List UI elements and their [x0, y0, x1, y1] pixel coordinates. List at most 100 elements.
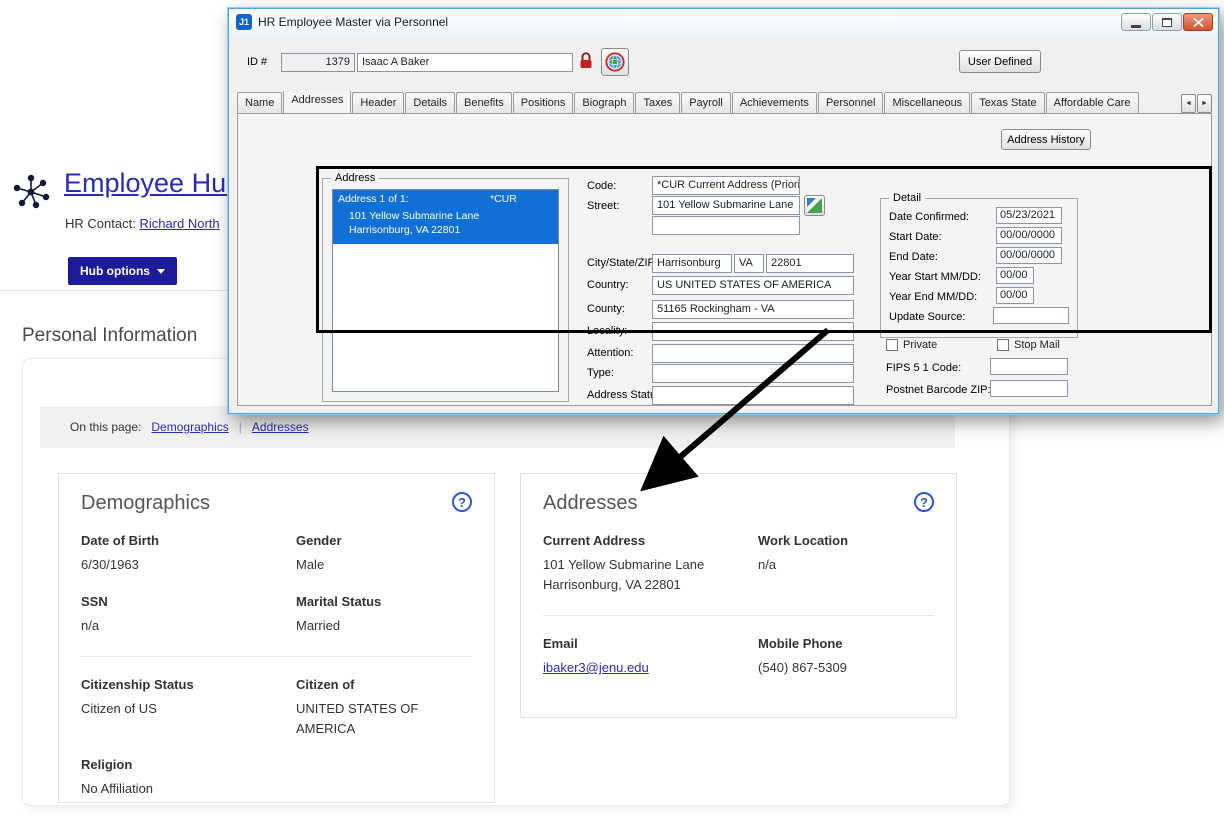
county-input[interactable]: 51165 Rockingham - VA [652, 300, 854, 319]
on-this-page-link-addresses[interactable]: Addresses [252, 420, 309, 434]
field-label: Date of Birth [81, 533, 296, 548]
tab-miscellaneous[interactable]: Miscellaneous [884, 92, 970, 113]
city-input[interactable]: Harrisonburg [652, 254, 732, 273]
tab-details[interactable]: Details [405, 92, 455, 113]
end-date-input[interactable]: 00/00/0000 [996, 247, 1062, 264]
field-religion: Religion No Affiliation [81, 757, 296, 799]
locality-input[interactable] [652, 322, 854, 341]
end-date-label: End Date: [889, 251, 938, 263]
on-this-page-label: On this page: [70, 420, 141, 434]
attention-input[interactable] [652, 344, 854, 363]
field-date-of-birth: Date of Birth 6/30/1963 [81, 533, 296, 575]
field-value: Harrisonburg, VA 22801 [543, 575, 758, 595]
close-button[interactable] [1183, 13, 1213, 31]
type-input[interactable] [652, 364, 854, 383]
field-work-location: Work Location n/a [758, 533, 934, 594]
minimize-button[interactable] [1121, 13, 1151, 31]
field-value: UNITED STATES OF AMERICA [296, 699, 472, 738]
addresses-card: Addresses ? Current Address 101 Yellow S… [520, 473, 957, 718]
tab-addresses[interactable]: Addresses [283, 91, 351, 113]
field-mobile-phone: Mobile Phone (540) 867-5309 [758, 636, 934, 678]
employee-name-field[interactable]: Isaac A Baker [357, 53, 573, 72]
address-history-button[interactable]: Address History [1001, 129, 1091, 150]
street-label: Street: [587, 200, 619, 212]
email-link[interactable]: ibaker3@jenu.edu [543, 658, 758, 678]
address-verify-button[interactable] [804, 195, 825, 216]
year-start-input[interactable]: 00/00 [996, 267, 1034, 284]
start-date-label: Start Date: [889, 231, 942, 243]
page-title: Personal Information [22, 325, 197, 347]
globe-button[interactable] [601, 48, 629, 76]
tab-header[interactable]: Header [352, 92, 404, 113]
zip-input[interactable]: 22801 [766, 254, 854, 273]
field-value: (540) 867-5309 [758, 658, 934, 678]
tab-texas-state[interactable]: Texas State [971, 92, 1044, 113]
tab-biograph[interactable]: Biograph [574, 92, 634, 113]
window-titlebar[interactable]: J1 HR Employee Master via Personnel [229, 9, 1218, 35]
fips-input[interactable] [990, 358, 1068, 375]
hub-options-button[interactable]: Hub options [68, 257, 177, 285]
city-state-zip-label: City/State/ZIP: [587, 257, 658, 269]
tab-affordable-care[interactable]: Affordable Care [1046, 92, 1139, 113]
address-listbox[interactable]: Address 1 of 1: *CUR 101 Yellow Submarin… [332, 189, 559, 392]
user-defined-button[interactable]: User Defined [959, 50, 1041, 73]
tab-taxes[interactable]: Taxes [635, 92, 680, 113]
state-input[interactable]: VA [734, 254, 764, 273]
employee-hub-title[interactable]: Employee Hub [64, 168, 241, 199]
field-email: Email ibaker3@jenu.edu [543, 636, 758, 678]
map-icon [807, 198, 822, 213]
field-label: Religion [81, 757, 296, 772]
addresses-card-title: Addresses [543, 492, 638, 515]
postnet-input[interactable] [990, 380, 1068, 397]
tab-positions[interactable]: Positions [513, 92, 574, 113]
field-value: 101 Yellow Submarine Lane [543, 555, 758, 575]
checkbox-icon [997, 339, 1009, 351]
country-input[interactable]: US UNITED STATES OF AMERICA [652, 276, 854, 295]
type-label: Type: [587, 367, 614, 379]
field-label: SSN [81, 594, 296, 609]
demographics-card-title: Demographics [81, 492, 210, 515]
start-date-input[interactable]: 00/00/0000 [996, 227, 1062, 244]
tab-achievements[interactable]: Achievements [732, 92, 817, 113]
update-source-input[interactable] [993, 307, 1069, 324]
country-label: Country: [587, 279, 629, 291]
field-citizenship-status: Citizenship Status Citizen of US [81, 677, 296, 738]
field-value: Male [296, 555, 472, 575]
id-field[interactable]: 1379 [281, 53, 355, 72]
street-input[interactable]: 101 Yellow Submarine Lane [652, 196, 800, 215]
help-icon[interactable]: ? [452, 492, 472, 512]
date-confirmed-label: Date Confirmed: [889, 211, 969, 223]
tab-name[interactable]: Name [237, 92, 282, 113]
tab-benefits[interactable]: Benefits [456, 92, 512, 113]
on-this-page-link-demographics[interactable]: Demographics [151, 420, 228, 434]
field-label: Citizen of [296, 677, 472, 692]
maximize-button[interactable] [1152, 13, 1182, 31]
field-label: Email [543, 636, 758, 651]
address-status-input[interactable] [652, 386, 854, 405]
field-value: n/a [81, 616, 296, 636]
street2-input[interactable] [652, 216, 800, 235]
field-marital-status: Marital Status Married [296, 594, 472, 636]
field-label: Current Address [543, 533, 758, 548]
code-input[interactable]: *CUR Current Address (Priorit [652, 176, 800, 195]
address-list-item-selected[interactable]: Address 1 of 1: *CUR 101 Yellow Submarin… [333, 190, 558, 244]
year-end-label: Year End MM/DD: [889, 291, 977, 303]
card-divider [81, 656, 472, 657]
stop-mail-checkbox-label: Stop Mail [1014, 339, 1060, 351]
year-end-input[interactable]: 00/00 [996, 287, 1034, 304]
tab-personnel[interactable]: Personnel [818, 92, 884, 113]
maximize-icon [1162, 18, 1172, 27]
date-confirmed-input[interactable]: 05/23/2021 [996, 207, 1062, 224]
tab-scroll-left-button[interactable]: ◄ [1181, 94, 1196, 113]
tab-payroll[interactable]: Payroll [681, 92, 731, 113]
private-checkbox[interactable]: Private [886, 339, 937, 351]
year-start-label: Year Start MM/DD: [889, 271, 981, 283]
detail-groupbox: Detail Date Confirmed: 05/23/2021 Start … [880, 198, 1078, 338]
help-icon[interactable]: ? [914, 492, 934, 512]
field-gender: Gender Male [296, 533, 472, 575]
address-list-code: *CUR [490, 193, 517, 205]
tab-scroll-right-button[interactable]: ► [1197, 94, 1212, 113]
hr-contact-link[interactable]: Richard North [139, 216, 219, 231]
stop-mail-checkbox[interactable]: Stop Mail [997, 339, 1060, 351]
field-value: 6/30/1963 [81, 555, 296, 575]
